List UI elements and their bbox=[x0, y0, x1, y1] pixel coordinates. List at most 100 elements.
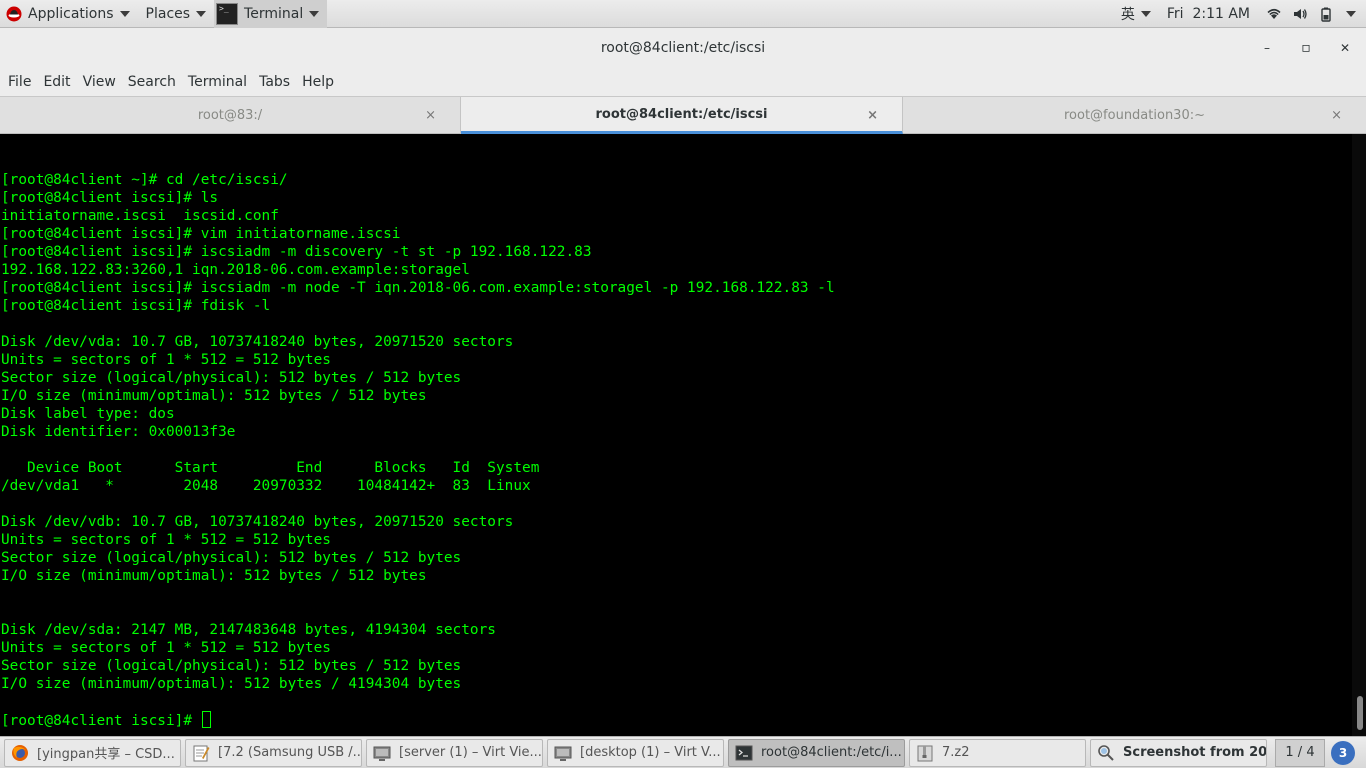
task-label: root@84client:/etc/i... bbox=[761, 745, 902, 760]
terminal-icon bbox=[735, 745, 753, 760]
clock-label: Fri 2:11 AM bbox=[1166, 5, 1250, 22]
terminal-line: [root@84client iscsi]# vim initiatorname… bbox=[1, 226, 401, 242]
terminal-output[interactable]: [root@84client ~]# cd /etc/iscsi/ [root@… bbox=[0, 134, 1352, 736]
top-panel: Applications Places Terminal 英 Fri 2:11 … bbox=[0, 0, 1366, 28]
minimize-button[interactable]: – bbox=[1257, 38, 1277, 58]
places-menu[interactable]: Places bbox=[138, 0, 215, 28]
terminal-prompt: [root@84client iscsi]# bbox=[1, 713, 201, 729]
menu-help[interactable]: Help bbox=[296, 74, 340, 90]
menu-tabs[interactable]: Tabs bbox=[253, 74, 296, 90]
places-label: Places bbox=[145, 5, 191, 22]
close-icon[interactable]: × bbox=[425, 108, 436, 123]
terminal-text: [root@84client ~]# cd /etc/iscsi/ [root@… bbox=[1, 171, 835, 729]
input-method-label: 英 bbox=[1120, 6, 1135, 23]
tab-label: root@84client:/etc/iscsi bbox=[595, 106, 768, 122]
workspace-indicator-icon[interactable]: 3 bbox=[1331, 740, 1355, 765]
tab-bar: root@83:/ × root@84client:/etc/iscsi × r… bbox=[0, 96, 1366, 134]
chevron-down-icon bbox=[1346, 11, 1356, 17]
terminal-line: Device Boot Start End Blocks Id System bbox=[1, 460, 540, 476]
terminal-line: initiatorname.iscsi iscsid.conf bbox=[1, 208, 279, 224]
applications-menu[interactable]: Applications bbox=[0, 0, 138, 28]
redhat-icon bbox=[6, 6, 22, 21]
terminal-icon bbox=[216, 2, 239, 25]
terminal-line: Disk identifier: 0x00013f3e bbox=[1, 424, 236, 440]
task-label: Screenshot from 20... bbox=[1123, 745, 1267, 760]
terminal-line: I/O size (minimum/optimal): 512 bytes / … bbox=[1, 388, 427, 404]
tab-root-foundation30[interactable]: root@foundation30:~ × bbox=[903, 97, 1366, 134]
terminal-line: Units = sectors of 1 * 512 = 512 bytes bbox=[1, 352, 331, 368]
firefox-icon bbox=[12, 744, 28, 761]
menu-terminal[interactable]: Terminal bbox=[182, 74, 253, 90]
applications-label: Applications bbox=[28, 5, 114, 22]
workspace-pager[interactable]: 1 / 4 bbox=[1275, 738, 1325, 767]
terminal-app-menu[interactable]: Terminal bbox=[214, 0, 328, 28]
terminal-line: [root@84client iscsi]# ls bbox=[1, 190, 219, 206]
volume-icon bbox=[1294, 8, 1307, 19]
terminal-prompt-line[interactable]: [root@84client iscsi]# bbox=[1, 711, 835, 729]
task-terminal[interactable]: root@84client:/etc/i... bbox=[728, 738, 905, 767]
terminal-line: /dev/vda1 * 2048 20970332 10484142+ 83 L… bbox=[1, 478, 531, 494]
close-window-button[interactable]: ✕ bbox=[1335, 38, 1355, 58]
terminal-line: Disk /dev/vdb: 10.7 GB, 10737418240 byte… bbox=[1, 514, 514, 530]
tab-root-83[interactable]: root@83:/ × bbox=[0, 97, 461, 134]
terminal-scrollbar[interactable] bbox=[1352, 134, 1366, 736]
system-status-menu[interactable] bbox=[1258, 6, 1366, 22]
terminal-line: [root@84client iscsi]# iscsiadm -m disco… bbox=[1, 244, 592, 260]
terminal-cursor bbox=[201, 711, 211, 728]
terminal-line: Sector size (logical/physical): 512 byte… bbox=[1, 550, 462, 566]
maximize-button[interactable]: ▫ bbox=[1296, 38, 1316, 58]
menu-search[interactable]: Search bbox=[122, 74, 182, 90]
task-virt-viewer-server[interactable]: [server (1) – Virt Vie... bbox=[366, 738, 543, 767]
workspace-pager-label: 1 / 4 bbox=[1285, 745, 1315, 760]
window-list-taskbar: [yingpan共享 – CSD... [7.2 (Samsung USB /.… bbox=[0, 736, 1366, 768]
terminal-line: [root@84client iscsi]# iscsiadm -m node … bbox=[1, 280, 835, 296]
terminal-line: Units = sectors of 1 * 512 = 512 bytes bbox=[1, 532, 331, 548]
menu-view[interactable]: View bbox=[77, 74, 122, 90]
text-editor-icon bbox=[193, 745, 210, 761]
terminal-line: [root@84client ~]# cd /etc/iscsi/ bbox=[1, 172, 288, 188]
terminal-line: [root@84client iscsi]# fdisk -l bbox=[1, 298, 271, 314]
archive-icon bbox=[917, 745, 933, 761]
clock[interactable]: Fri 2:11 AM bbox=[1159, 6, 1258, 22]
close-icon[interactable]: × bbox=[867, 108, 878, 123]
chevron-down-icon bbox=[1140, 11, 1151, 17]
input-method-indicator[interactable]: 英 bbox=[1113, 4, 1159, 24]
terminal-app-label: Terminal bbox=[244, 5, 304, 22]
tab-root-84client[interactable]: root@84client:/etc/iscsi × bbox=[461, 97, 903, 134]
terminal-line: 192.168.122.83:3260,1 iqn.2018-06.com.ex… bbox=[1, 262, 470, 278]
task-label: [desktop (1) – Virt V... bbox=[580, 745, 721, 760]
task-label: [7.2 (Samsung USB /... bbox=[218, 745, 362, 760]
chevron-down-icon bbox=[196, 11, 207, 17]
chevron-down-icon bbox=[119, 11, 130, 17]
scrollbar-thumb[interactable] bbox=[1357, 696, 1363, 730]
menu-edit[interactable]: Edit bbox=[37, 74, 76, 90]
task-firefox[interactable]: [yingpan共享 – CSD... bbox=[4, 738, 181, 767]
chevron-down-icon bbox=[309, 11, 320, 17]
battery-icon bbox=[1321, 7, 1331, 22]
virt-viewer-icon bbox=[554, 746, 572, 761]
tab-label: root@83:/ bbox=[197, 108, 263, 123]
task-text-editor[interactable]: [7.2 (Samsung USB /... bbox=[185, 738, 362, 767]
screenshot-icon bbox=[1098, 744, 1114, 761]
terminal-line: Sector size (logical/physical): 512 byte… bbox=[1, 370, 462, 386]
window-titlebar[interactable]: root@84client:/etc/iscsi – ▫ ✕ bbox=[0, 28, 1366, 68]
task-label: [yingpan共享 – CSD... bbox=[37, 747, 175, 762]
task-screenshot[interactable]: Screenshot from 20... bbox=[1090, 738, 1267, 767]
terminal-line: I/O size (minimum/optimal): 512 bytes / … bbox=[1, 568, 427, 584]
task-virt-viewer-desktop[interactable]: [desktop (1) – Virt V... bbox=[547, 738, 724, 767]
task-label: [server (1) – Virt Vie... bbox=[399, 745, 542, 760]
panel-status-area: 英 Fri 2:11 AM bbox=[1113, 0, 1366, 28]
menu-bar: File Edit View Search Terminal Tabs Help bbox=[0, 68, 1366, 96]
close-icon[interactable]: × bbox=[1331, 108, 1342, 123]
terminal-line: Units = sectors of 1 * 512 = 512 bytes bbox=[1, 640, 331, 656]
menu-file[interactable]: File bbox=[2, 74, 37, 90]
task-archive[interactable]: 7.z2 bbox=[909, 738, 1086, 767]
terminal-line: Disk /dev/sda: 2147 MB, 2147483648 bytes… bbox=[1, 622, 496, 638]
terminal-line: Disk label type: dos bbox=[1, 406, 175, 422]
terminal-line: Sector size (logical/physical): 512 byte… bbox=[1, 658, 462, 674]
task-label: 7.z2 bbox=[942, 745, 970, 760]
